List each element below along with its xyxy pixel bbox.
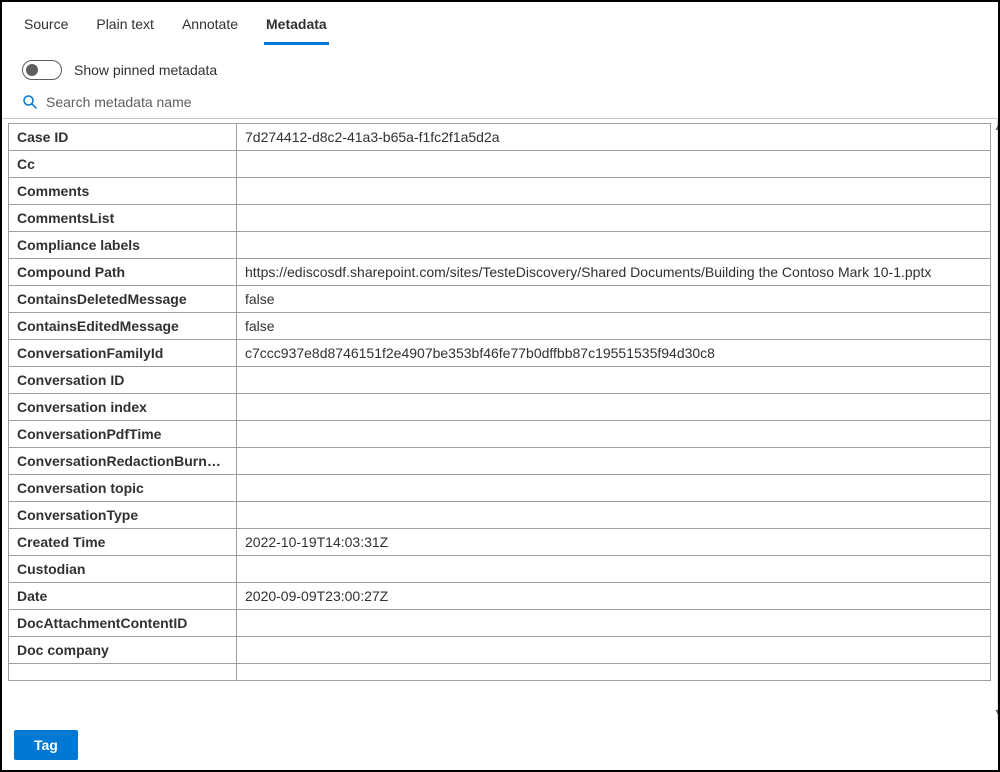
metadata-key: Compound Path bbox=[9, 259, 237, 286]
metadata-value bbox=[237, 448, 991, 475]
metadata-key: Compliance labels bbox=[9, 232, 237, 259]
metadata-table: Case ID7d274412-d8c2-41a3-b65a-f1fc2f1a5… bbox=[8, 123, 991, 681]
metadata-key: ConversationPdfTime bbox=[9, 421, 237, 448]
metadata-value bbox=[237, 664, 991, 681]
tab-plain-text[interactable]: Plain text bbox=[94, 10, 156, 45]
metadata-value: c7ccc937e8d8746151f2e4907be353bf46fe77b0… bbox=[237, 340, 991, 367]
metadata-value bbox=[237, 205, 991, 232]
search-metadata-input[interactable] bbox=[46, 94, 346, 110]
metadata-key: ConversationRedactionBurnTime bbox=[9, 448, 237, 475]
tab-bar: Source Plain text Annotate Metadata bbox=[2, 2, 998, 46]
metadata-key: ContainsEditedMessage bbox=[9, 313, 237, 340]
tab-annotate[interactable]: Annotate bbox=[180, 10, 240, 45]
metadata-key: Cc bbox=[9, 151, 237, 178]
show-pinned-metadata-toggle[interactable] bbox=[22, 60, 62, 80]
metadata-value: 2022-10-19T14:03:31Z bbox=[237, 529, 991, 556]
metadata-row: Date2020-09-09T23:00:27Z bbox=[9, 583, 991, 610]
metadata-key: Conversation index bbox=[9, 394, 237, 421]
tag-button[interactable]: Tag bbox=[14, 730, 78, 760]
metadata-row: Custodian bbox=[9, 556, 991, 583]
search-icon bbox=[22, 94, 38, 110]
vertical-scrollbar[interactable]: ▴ ▾ bbox=[997, 119, 998, 720]
tab-metadata[interactable]: Metadata bbox=[264, 10, 329, 45]
metadata-row: ContainsDeletedMessagefalse bbox=[9, 286, 991, 313]
metadata-value bbox=[237, 421, 991, 448]
metadata-row: ConversationRedactionBurnTime bbox=[9, 448, 991, 475]
metadata-key: Custodian bbox=[9, 556, 237, 583]
metadata-table-scroll[interactable]: Case ID7d274412-d8c2-41a3-b65a-f1fc2f1a5… bbox=[2, 119, 997, 720]
metadata-key: D C Li t bbox=[9, 664, 237, 681]
metadata-value bbox=[237, 610, 991, 637]
metadata-key: Conversation topic bbox=[9, 475, 237, 502]
metadata-value bbox=[237, 232, 991, 259]
footer-bar: Tag bbox=[2, 720, 998, 770]
metadata-key: Doc company bbox=[9, 637, 237, 664]
metadata-value bbox=[237, 178, 991, 205]
metadata-row: Comments bbox=[9, 178, 991, 205]
metadata-row: Created Time2022-10-19T14:03:31Z bbox=[9, 529, 991, 556]
tab-source[interactable]: Source bbox=[22, 10, 70, 45]
metadata-value bbox=[237, 637, 991, 664]
metadata-value: false bbox=[237, 286, 991, 313]
metadata-row: Compound Pathhttps://ediscosdf.sharepoin… bbox=[9, 259, 991, 286]
metadata-value bbox=[237, 556, 991, 583]
metadata-value bbox=[237, 475, 991, 502]
metadata-row: CommentsList bbox=[9, 205, 991, 232]
metadata-key: ContainsDeletedMessage bbox=[9, 286, 237, 313]
metadata-value bbox=[237, 151, 991, 178]
metadata-row: ConversationFamilyIdc7ccc937e8d8746151f2… bbox=[9, 340, 991, 367]
metadata-value: 7d274412-d8c2-41a3-b65a-f1fc2f1a5d2a bbox=[237, 124, 991, 151]
metadata-value: https://ediscosdf.sharepoint.com/sites/T… bbox=[237, 259, 991, 286]
metadata-row: Conversation ID bbox=[9, 367, 991, 394]
metadata-key: Comments bbox=[9, 178, 237, 205]
metadata-row: Case ID7d274412-d8c2-41a3-b65a-f1fc2f1a5… bbox=[9, 124, 991, 151]
metadata-key: Created Time bbox=[9, 529, 237, 556]
metadata-row-cutoff: D C Li t bbox=[9, 664, 991, 681]
metadata-row: Conversation index bbox=[9, 394, 991, 421]
toggle-thumb bbox=[26, 64, 38, 76]
metadata-row: ConversationPdfTime bbox=[9, 421, 991, 448]
metadata-key: DocAttachmentContentID bbox=[9, 610, 237, 637]
metadata-key: CommentsList bbox=[9, 205, 237, 232]
metadata-row: Cc bbox=[9, 151, 991, 178]
metadata-row: Doc company bbox=[9, 637, 991, 664]
metadata-value bbox=[237, 367, 991, 394]
metadata-value bbox=[237, 502, 991, 529]
metadata-row: Compliance labels bbox=[9, 232, 991, 259]
metadata-key: Conversation ID bbox=[9, 367, 237, 394]
metadata-key: ConversationType bbox=[9, 502, 237, 529]
metadata-row: ContainsEditedMessagefalse bbox=[9, 313, 991, 340]
metadata-row: Conversation topic bbox=[9, 475, 991, 502]
metadata-row: DocAttachmentContentID bbox=[9, 610, 991, 637]
metadata-value bbox=[237, 394, 991, 421]
show-pinned-metadata-label: Show pinned metadata bbox=[74, 62, 217, 78]
metadata-key: Date bbox=[9, 583, 237, 610]
metadata-value: false bbox=[237, 313, 991, 340]
metadata-row: ConversationType bbox=[9, 502, 991, 529]
metadata-key: Case ID bbox=[9, 124, 237, 151]
metadata-key: ConversationFamilyId bbox=[9, 340, 237, 367]
metadata-value: 2020-09-09T23:00:27Z bbox=[237, 583, 991, 610]
